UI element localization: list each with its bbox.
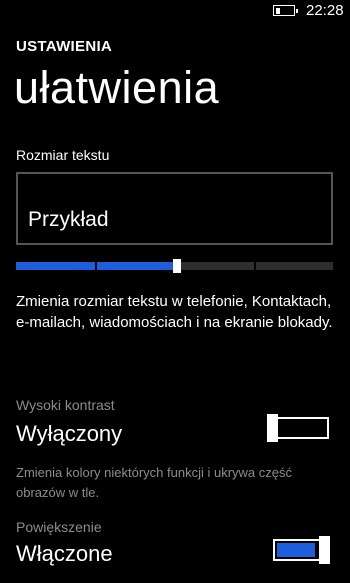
toggle-knob (319, 536, 330, 564)
text-size-preview-text: Przykład (28, 208, 109, 231)
page-title: ułatwienia (14, 62, 220, 113)
slider-thumb[interactable] (173, 259, 181, 273)
magnifier-label: Powiększenie (16, 519, 102, 535)
toggle-knob (267, 414, 278, 442)
high-contrast-description: Zmienia kolory niektórych funkcji i ukry… (16, 465, 292, 500)
battery-icon (273, 5, 298, 16)
text-size-preview-box: Przykład (16, 172, 333, 245)
toggle-frame (273, 417, 329, 439)
text-size-description: Zmienia rozmiar tekstu w telefonie, Kont… (16, 293, 333, 331)
slider-tick (254, 262, 256, 270)
magnifier-value: Włączone (16, 541, 113, 566)
toggle-fill (277, 543, 315, 557)
battery-nub (296, 8, 298, 13)
app-title: USTAWIENIA (16, 38, 113, 55)
status-clock: 22:28 (306, 2, 344, 19)
high-contrast-toggle[interactable] (267, 414, 331, 442)
high-contrast-value: Wyłączony (16, 421, 123, 446)
battery-fill (275, 7, 280, 14)
text-size-label: Rozmiar tekstu (16, 147, 110, 163)
status-bar: 22:28 (0, 0, 350, 24)
high-contrast-label: Wysoki kontrast (16, 397, 115, 413)
magnifier-toggle[interactable] (267, 536, 331, 564)
slider-tick (95, 262, 97, 270)
text-size-slider[interactable] (16, 259, 333, 273)
